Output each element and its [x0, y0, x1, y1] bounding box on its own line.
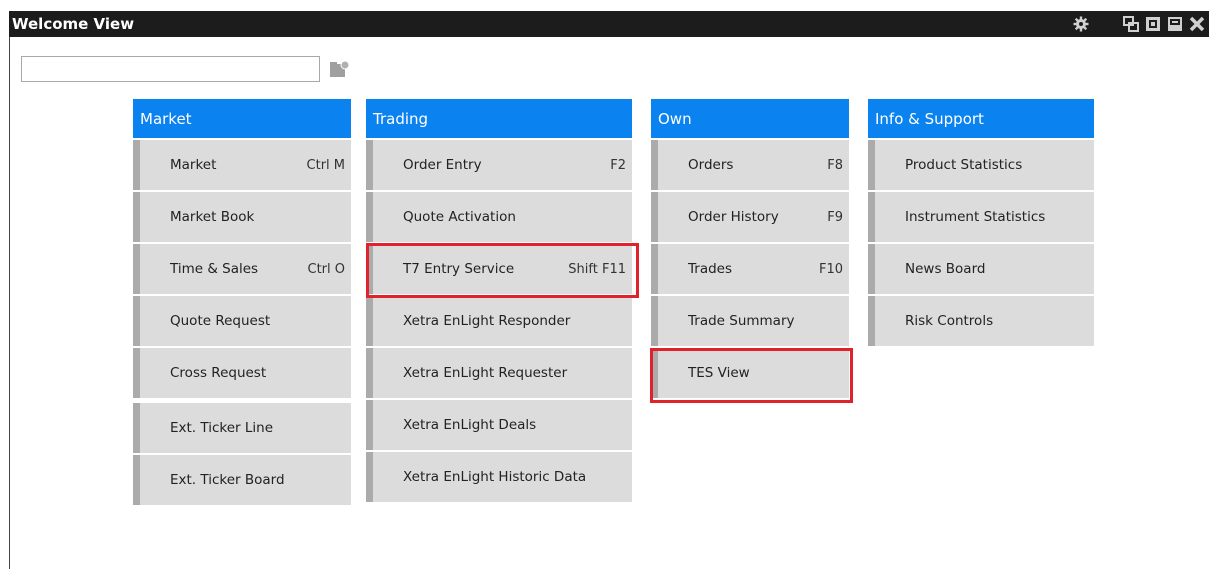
- info-support-menu: Info & Support Product Statistics Instru…: [868, 99, 1094, 346]
- market-book-item[interactable]: Market Book: [133, 192, 351, 242]
- titlebar-controls: [1073, 11, 1205, 37]
- item-label: Market: [170, 157, 217, 173]
- risk-controls-item[interactable]: Risk Controls: [868, 296, 1094, 346]
- close-icon[interactable]: [1189, 16, 1205, 32]
- trade-summary-item[interactable]: Trade Summary: [651, 296, 849, 346]
- own-menu: Own Orders F8 Order History F9 Trades F10 T…: [651, 99, 849, 398]
- item-label: Order Entry: [403, 157, 482, 173]
- ext-ticker-board-item[interactable]: Ext. Ticker Board: [133, 455, 351, 505]
- item-shortcut: Ctrl M: [306, 157, 345, 173]
- item-label: Quote Activation: [403, 209, 516, 225]
- product-statistics-item[interactable]: Product Statistics: [868, 140, 1094, 190]
- market-item[interactable]: Market Ctrl M: [133, 140, 351, 190]
- ext-ticker-line-item[interactable]: Ext. Ticker Line: [133, 403, 351, 453]
- quote-request-item[interactable]: Quote Request: [133, 296, 351, 346]
- market-menu: Market Market Ctrl M Market Book Time & S…: [133, 99, 351, 505]
- item-label: Order History: [688, 209, 779, 225]
- item-label: Trade Summary: [688, 313, 795, 329]
- item-label: Market Book: [170, 209, 255, 225]
- item-label: News Board: [905, 261, 986, 277]
- xetra-enlight-deals-item[interactable]: Xetra EnLight Deals: [366, 400, 632, 450]
- trading-header: Trading: [366, 99, 632, 138]
- item-label: Ext. Ticker Board: [170, 472, 285, 488]
- restore-icon[interactable]: [1123, 16, 1139, 32]
- window-frame-border: [9, 37, 10, 569]
- orders-item[interactable]: Orders F8: [651, 140, 849, 190]
- item-label: Time & Sales: [170, 261, 259, 277]
- item-label: Quote Request: [170, 313, 271, 329]
- minimize-icon[interactable]: [1167, 16, 1183, 32]
- time-sales-item[interactable]: Time & Sales Ctrl O: [133, 244, 351, 294]
- item-label: Cross Request: [170, 365, 267, 381]
- search-folder-icon[interactable]: [329, 58, 351, 80]
- item-label: Xetra EnLight Historic Data: [403, 469, 587, 485]
- info-support-header: Info & Support: [868, 99, 1094, 138]
- maximize-icon[interactable]: [1145, 16, 1161, 32]
- item-shortcut: F9: [827, 209, 843, 225]
- xetra-enlight-requester-item[interactable]: Xetra EnLight Requester: [366, 348, 632, 398]
- item-label: Risk Controls: [905, 313, 994, 329]
- item-shortcut: F2: [610, 157, 626, 173]
- t7-entry-service-item[interactable]: T7 Entry Service Shift F11: [366, 244, 632, 294]
- item-label: Trades: [688, 261, 732, 277]
- item-label: Ext. Ticker Line: [170, 420, 274, 436]
- item-label: Xetra EnLight Requester: [403, 365, 568, 381]
- window-titlebar: Welcome View: [9, 11, 1209, 37]
- order-entry-item[interactable]: Order Entry F2: [366, 140, 632, 190]
- gear-icon[interactable]: [1073, 16, 1089, 32]
- item-label: Xetra EnLight Deals: [403, 417, 537, 433]
- quote-activation-item[interactable]: Quote Activation: [366, 192, 632, 242]
- item-label: T7 Entry Service: [403, 261, 515, 277]
- item-shortcut: F8: [827, 157, 843, 173]
- market-header: Market: [133, 99, 351, 138]
- news-board-item[interactable]: News Board: [868, 244, 1094, 294]
- item-label: Orders: [688, 157, 734, 173]
- xetra-enlight-historic-data-item[interactable]: Xetra EnLight Historic Data: [366, 452, 632, 502]
- order-history-item[interactable]: Order History F9: [651, 192, 849, 242]
- item-label: Xetra EnLight Responder: [403, 313, 571, 329]
- item-label: TES View: [688, 365, 750, 381]
- tes-view-item[interactable]: TES View: [651, 348, 849, 398]
- item-shortcut: Ctrl O: [307, 261, 346, 277]
- instrument-statistics-item[interactable]: Instrument Statistics: [868, 192, 1094, 242]
- item-label: Instrument Statistics: [905, 209, 1046, 225]
- trading-menu: Trading Order Entry F2 Quote Activation T…: [366, 99, 632, 502]
- trades-item[interactable]: Trades F10: [651, 244, 849, 294]
- xetra-enlight-responder-item[interactable]: Xetra EnLight Responder: [366, 296, 632, 346]
- cross-request-item[interactable]: Cross Request: [133, 348, 351, 398]
- item-shortcut: Shift F11: [568, 261, 626, 277]
- item-label: Product Statistics: [905, 157, 1023, 173]
- own-header: Own: [651, 99, 849, 138]
- search-input[interactable]: [21, 56, 320, 82]
- window-title: Welcome View: [12, 15, 135, 33]
- item-shortcut: F10: [818, 261, 843, 277]
